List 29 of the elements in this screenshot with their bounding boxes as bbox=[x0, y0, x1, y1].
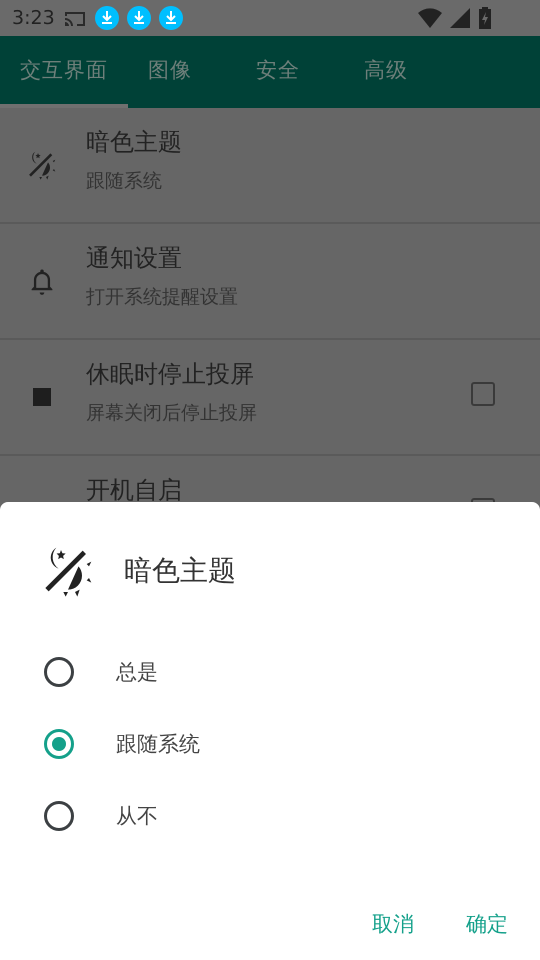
option-label: 总是 bbox=[116, 659, 158, 686]
tab[interactable]: 安全 bbox=[236, 36, 344, 108]
wifi-icon bbox=[418, 8, 442, 28]
option-label: 跟随系统 bbox=[116, 731, 200, 758]
clock: 3:23 bbox=[12, 7, 55, 29]
tab[interactable]: 图像 bbox=[128, 36, 236, 108]
download-icon bbox=[94, 6, 119, 30]
radio-option[interactable]: 从不 bbox=[0, 780, 540, 852]
theme-icon bbox=[26, 149, 58, 181]
dialog-title: 暗色主题 bbox=[124, 553, 236, 589]
radio-option[interactable]: 跟随系统 bbox=[0, 708, 540, 780]
setting-title: 休眠时停止投屏 bbox=[86, 359, 255, 390]
setting-title: 开机自启 bbox=[86, 475, 183, 506]
stop-icon bbox=[33, 388, 51, 406]
radio-button[interactable] bbox=[44, 801, 74, 831]
radio-button[interactable] bbox=[44, 729, 74, 759]
dialog-button[interactable]: 确定 bbox=[466, 910, 508, 938]
setting-title: 通知设置 bbox=[86, 243, 183, 274]
radio-option[interactable]: 总是 bbox=[0, 636, 540, 708]
signal-icon bbox=[450, 8, 470, 28]
download-icon bbox=[126, 6, 151, 30]
dialog-button[interactable]: 取消 bbox=[372, 910, 414, 938]
radio-button[interactable] bbox=[44, 657, 74, 687]
tab[interactable]: 高级 bbox=[344, 36, 452, 108]
option-label: 从不 bbox=[116, 803, 158, 830]
checkbox[interactable] bbox=[471, 382, 495, 406]
setting-title: 暗色主题 bbox=[86, 127, 183, 158]
download-icon bbox=[158, 6, 183, 30]
battery-icon bbox=[478, 7, 492, 29]
